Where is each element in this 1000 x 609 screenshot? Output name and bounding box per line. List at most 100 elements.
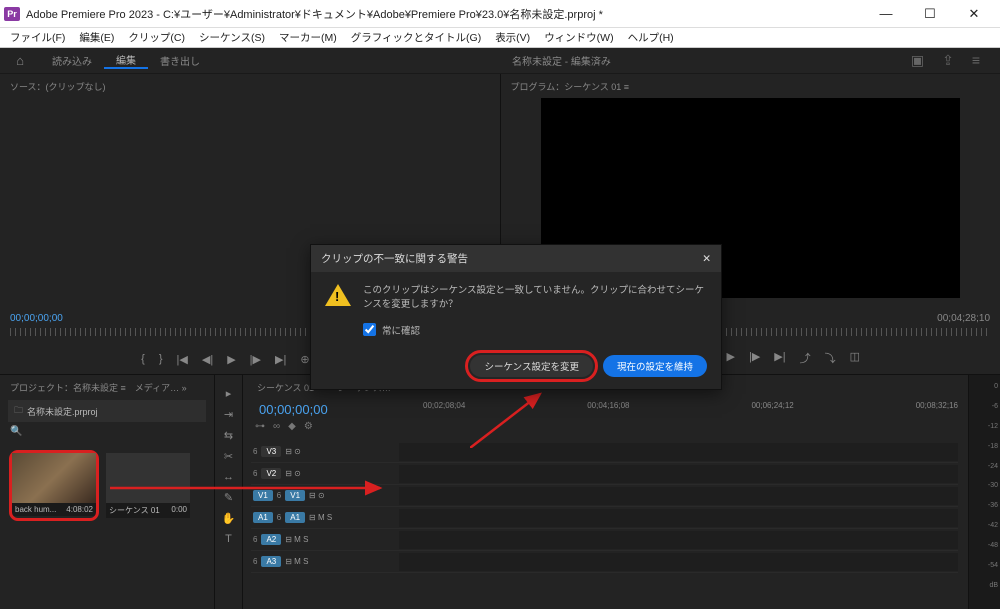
window-title: Adobe Premiere Pro 2023 - C:¥ユーザー¥Admini…	[26, 6, 864, 22]
meter-mark: -42	[988, 522, 998, 529]
dialog-titlebar: クリップの不一致に関する警告 ✕	[311, 245, 721, 272]
workspace-header: ⌂ 読み込み 編集 書き出し 名称未設定 - 編集済み ▣ ⇪ ≡	[0, 48, 1000, 74]
app-body: ⌂ 読み込み 編集 書き出し 名称未設定 - 編集済み ▣ ⇪ ≡ ソース：(ク…	[0, 48, 1000, 609]
program-timecode-right: 00;04;28;10	[937, 313, 990, 324]
meter-mark: 0	[988, 383, 998, 390]
project-panel-tabs[interactable]: プロジェクト：名称未設定 ≡ メディア… »	[4, 379, 210, 396]
meter-mark: -48	[988, 542, 998, 549]
menu-bar: ファイル(F) 編集(E) クリップ(C) シーケンス(S) マーカー(M) グ…	[0, 28, 1000, 48]
menu-clip[interactable]: クリップ(C)	[122, 28, 191, 47]
track-a1[interactable]: A16A1⊟ M S	[251, 507, 958, 529]
warning-icon	[325, 284, 351, 306]
tab-import[interactable]: 読み込み	[40, 53, 104, 68]
track-v2[interactable]: 6V2⊟ ⊙	[251, 463, 958, 485]
selection-tool-icon[interactable]: ▸	[226, 387, 232, 400]
dialog-close-icon[interactable]: ✕	[702, 253, 711, 265]
clip-item-sequence[interactable]: シーケンス 01 0:00	[106, 453, 190, 518]
settings-icon[interactable]: ⚙	[304, 421, 313, 432]
tab-export[interactable]: 書き出し	[148, 53, 212, 68]
lift-icon[interactable]: ⤴	[800, 350, 811, 366]
change-sequence-settings-button[interactable]: シーケンス設定を変更	[470, 355, 593, 377]
mark-out-icon[interactable]: }	[159, 353, 163, 366]
project-name-label: 名称未設定.prproj	[27, 405, 98, 418]
timeline-toggle-icons: ⊶ ∞ ◆ ⚙	[255, 421, 313, 432]
ruler-mark: 00;06;24;12	[751, 401, 793, 415]
meter-mark: -54	[988, 562, 998, 569]
clip-duration: 4:08:02	[66, 505, 93, 514]
meter-mark: -12	[988, 423, 998, 430]
menu-sequence[interactable]: シーケンス(S)	[193, 28, 271, 47]
timeline-ruler[interactable]: 00;02;08;04 00;04;16;08 00;06;24;12 00;0…	[423, 401, 958, 415]
go-out-icon[interactable]: ▶|	[774, 350, 785, 366]
ruler-mark: 00;04;16;08	[587, 401, 629, 415]
mismatch-warning-dialog: クリップの不一致に関する警告 ✕ このクリップはシーケンス設定と一致していません…	[310, 244, 722, 390]
mark-in-icon[interactable]: {	[141, 353, 145, 366]
menu-help[interactable]: ヘルプ(H)	[622, 28, 680, 47]
minimize-button[interactable]: —	[864, 0, 908, 28]
razor-tool-icon[interactable]: ✂	[224, 450, 233, 463]
quick-export-icon[interactable]: ▣	[911, 52, 924, 69]
hand-tool-icon[interactable]: ✋	[222, 512, 236, 525]
menu-edit[interactable]: 編集(E)	[73, 28, 120, 47]
export-frame-icon[interactable]: ◫	[850, 350, 860, 366]
meter-mark: dB	[988, 582, 998, 589]
search-icon[interactable]: 🔍	[10, 426, 210, 437]
clip-item-video[interactable]: back hum... 4:08:02	[12, 453, 96, 518]
track-v3[interactable]: 6V3⊟ ⊙	[251, 441, 958, 463]
step-fwd-icon[interactable]: |▶	[250, 353, 261, 366]
close-button[interactable]: ✕	[952, 0, 996, 28]
project-name-row[interactable]: 🗀 名称未設定.prproj	[8, 400, 206, 422]
tools-panel: ▸ ⇥ ⇆ ✂ ↔ ✎ ✋ T	[215, 375, 243, 609]
always-confirm-label: 常に確認	[382, 323, 420, 337]
link-icon[interactable]: ∞	[273, 421, 280, 432]
workspace-menu-icon[interactable]: ≡	[972, 52, 980, 69]
source-timecode[interactable]: 00;00;00;00	[10, 313, 63, 324]
maximize-button[interactable]: ☐	[908, 0, 952, 28]
home-icon[interactable]: ⌂	[0, 53, 40, 68]
project-panel: プロジェクト：名称未設定 ≡ メディア… » 🗀 名称未設定.prproj 🔍 …	[0, 375, 215, 609]
track-select-tool-icon[interactable]: ⇥	[224, 408, 233, 421]
ruler-mark: 00;08;32;16	[916, 401, 958, 415]
keep-current-settings-button[interactable]: 現在の設定を維持	[603, 355, 707, 377]
program-panel-label: プログラム：シーケンス 01 ≡	[511, 80, 991, 93]
pen-tool-icon[interactable]: ✎	[224, 491, 233, 504]
marker-icon[interactable]: ◆	[288, 421, 296, 432]
clip-thumbnail	[12, 453, 96, 503]
ripple-tool-icon[interactable]: ⇆	[224, 429, 233, 442]
share-icon[interactable]: ⇪	[942, 52, 954, 69]
clip-name: シーケンス 01	[109, 505, 160, 516]
track-a3[interactable]: 6A3⊟ M S	[251, 551, 958, 573]
window-titlebar: Pr Adobe Premiere Pro 2023 - C:¥ユーザー¥Adm…	[0, 0, 1000, 28]
insert-icon[interactable]: ⊕	[300, 353, 309, 366]
type-tool-icon[interactable]: T	[225, 533, 232, 545]
menu-view[interactable]: 表示(V)	[489, 28, 536, 47]
go-in-icon[interactable]: |◀	[177, 353, 188, 366]
meter-mark: -18	[988, 443, 998, 450]
clip-duration: 0:00	[171, 505, 187, 516]
step-fwd-icon[interactable]: |▶	[749, 350, 760, 366]
tab-edit[interactable]: 編集	[104, 52, 148, 69]
meter-mark: -24	[988, 463, 998, 470]
meter-mark: -6	[988, 403, 998, 410]
play-icon[interactable]: ▶	[227, 353, 235, 366]
menu-marker[interactable]: マーカー(M)	[273, 28, 343, 47]
timeline-panel: シーケンス 01 × シーケンス… ≡ 00;00;00;00 00;02;08…	[243, 375, 968, 609]
step-back-icon[interactable]: ◀|	[202, 353, 213, 366]
play-icon[interactable]: ▶	[727, 350, 735, 366]
slip-tool-icon[interactable]: ↔	[223, 471, 234, 483]
dialog-title: クリップの不一致に関する警告	[321, 251, 468, 266]
menu-graphics[interactable]: グラフィックとタイトル(G)	[345, 28, 487, 47]
source-panel-label: ソース：(クリップなし)	[10, 80, 490, 93]
snap-icon[interactable]: ⊶	[255, 421, 265, 432]
clip-name: back hum...	[15, 505, 56, 514]
timeline-tracks: 6V3⊟ ⊙ 6V2⊟ ⊙ V16V1⊟ ⊙ A16A1⊟ M S 6A2⊟ M…	[251, 441, 958, 573]
workspace-label: 名称未設定 - 編集済み	[212, 53, 911, 68]
menu-file[interactable]: ファイル(F)	[4, 28, 71, 47]
menu-window[interactable]: ウィンドウ(W)	[538, 28, 619, 47]
always-confirm-checkbox[interactable]	[363, 323, 376, 336]
track-v1[interactable]: V16V1⊟ ⊙	[251, 485, 958, 507]
go-out-icon[interactable]: ▶|	[275, 353, 286, 366]
track-a2[interactable]: 6A2⊟ M S	[251, 529, 958, 551]
dialog-message: このクリップはシーケンス設定と一致していません。クリップに合わせてシーケンスを変…	[363, 284, 707, 313]
extract-icon[interactable]: ⤵	[825, 350, 836, 366]
